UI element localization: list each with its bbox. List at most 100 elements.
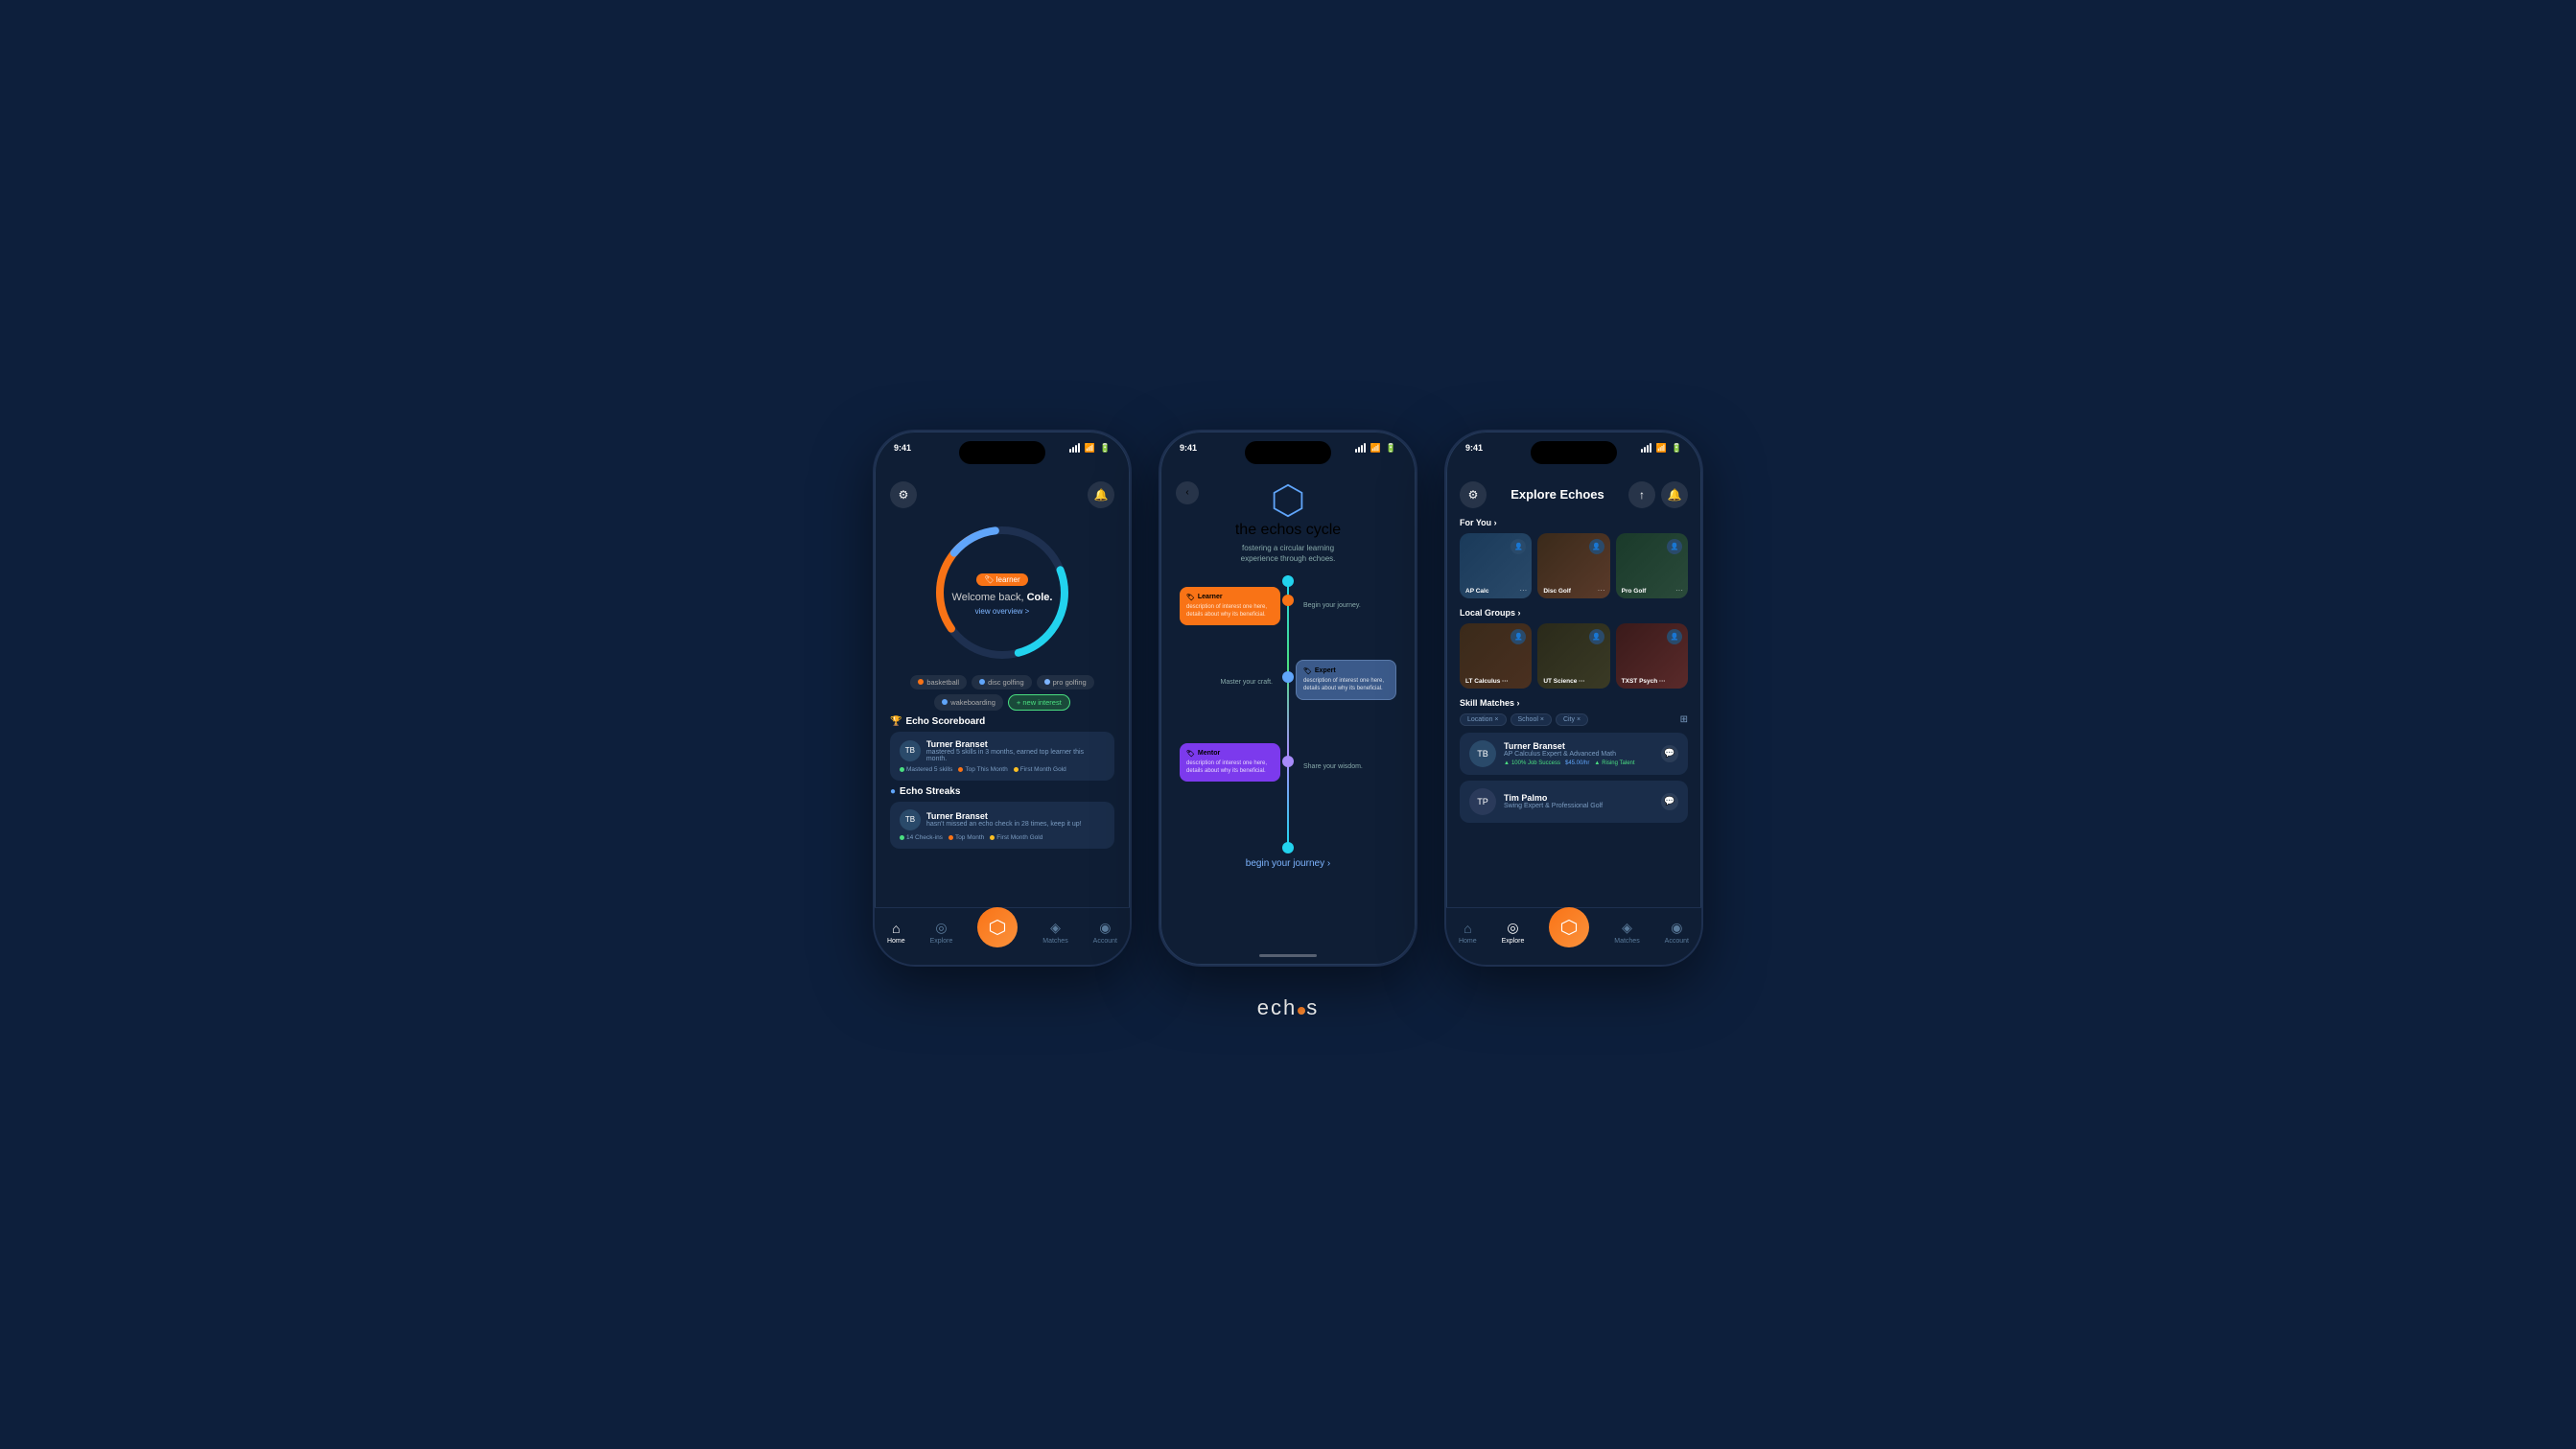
phone-cycle: 9:41 📶 🔋 ‹ the echos cycle [1159, 430, 1417, 967]
streak-user-header: TB Turner Branset hasn't missed an echo … [900, 809, 1105, 830]
view-overview-link[interactable]: view overview > [952, 607, 1053, 616]
ap-dots: ··· [1519, 586, 1527, 595]
learner-role: 🏷 Learner [1186, 594, 1274, 601]
turner-subtitle: AP Calculus Expert & Advanced Math [1504, 751, 1653, 758]
settings-button[interactable]: ⚙ [890, 481, 917, 508]
nav-account[interactable]: ◉ Account [1093, 920, 1117, 945]
wifi-icon: 📶 [1085, 443, 1095, 454]
nav-matches[interactable]: ◈ Matches [1042, 920, 1067, 945]
tag-basketball[interactable]: basketball [910, 675, 967, 689]
for-you-label: For You › [1460, 518, 1497, 527]
explore-icon: ◎ [935, 920, 947, 936]
for-you-cards: 👤 AP Calc ··· 👤 Disc Golf ··· 👤 Pro Golf… [1460, 533, 1688, 598]
phone1-time: 9:41 [894, 443, 911, 453]
badge-mastered: Mastered 5 skills [900, 766, 952, 773]
streak-badge1: 14 Check-ins [900, 834, 943, 841]
lt-avatar: 👤 [1510, 629, 1526, 644]
center-nav-button[interactable] [977, 907, 1018, 947]
explore-center-nav[interactable] [1549, 907, 1589, 947]
tag-pro-golfing[interactable]: pro golfing [1037, 675, 1094, 689]
ut-label: UT Science ··· [1543, 678, 1584, 685]
tim-chat-icon[interactable]: 💬 [1661, 793, 1678, 810]
battery-icon: 🔋 [1100, 443, 1111, 454]
learner-card: 🏷 Learner description of interest one he… [1180, 587, 1280, 626]
card-lt-calculus[interactable]: 👤 LT Calculus ··· [1460, 623, 1532, 689]
filter-city[interactable]: City × [1556, 713, 1588, 726]
phone2-notch [1245, 441, 1331, 464]
streak-icon: ● [890, 786, 896, 797]
brand-name: echs [1257, 995, 1319, 1020]
explore-header: ⚙ Explore Echoes ↑ 🔔 [1460, 481, 1688, 508]
phone1-header: ⚙ 🔔 [890, 481, 1114, 508]
phone3-notch [1531, 441, 1617, 464]
phone1-bottom-nav: ⌂ Home ◎ Explore ◈ Matches ◉ [875, 907, 1130, 965]
bell-button[interactable]: 🔔 [1088, 481, 1114, 508]
learner-desc: description of interest one here, detail… [1186, 604, 1274, 619]
badge-top-month: Top This Month [958, 766, 1007, 773]
for-you-section-header: For You › [1460, 518, 1688, 527]
explore-explore-icon: ◎ [1507, 920, 1518, 936]
phone3-wifi: 📶 [1656, 443, 1667, 454]
explore-nav-explore[interactable]: ◎ Explore [1502, 920, 1525, 945]
bell-icon: 🔔 [1094, 488, 1109, 502]
tag-disc-golfing[interactable]: disc golfing [972, 675, 1032, 689]
tim-info: Tim Palmo Swing Expert & Professional Go… [1504, 793, 1653, 809]
card-txst-psych[interactable]: 👤 TXST Psych ··· [1616, 623, 1688, 689]
explore-nav-explore-label: Explore [1502, 938, 1525, 945]
explore-nav-matches[interactable]: ◈ Matches [1614, 920, 1639, 945]
turner-badge3: ▲ Rising Talent [1594, 760, 1634, 766]
phone1-status-icons: 📶 🔋 [1069, 443, 1111, 454]
card-pro-golf[interactable]: 👤 Pro Golf ··· [1616, 533, 1688, 598]
explore-page-title: Explore Echoes [1510, 487, 1604, 502]
upload-button[interactable]: ↑ [1628, 481, 1655, 508]
scoreboard-user-desc: mastered 5 skills in 3 months, earned to… [926, 749, 1105, 762]
phone2-wifi: 📶 [1370, 443, 1381, 454]
disc-dots: ··· [1598, 586, 1605, 595]
skill-matches-label: Skill Matches › [1460, 698, 1520, 708]
explore-nav-home-label: Home [1459, 938, 1477, 945]
ring-center: 🏷 learner Welcome back, Cole. view overv… [952, 570, 1053, 616]
scoreboard-avatar: TB [900, 740, 921, 761]
explore-nav-home[interactable]: ⌂ Home [1459, 921, 1477, 945]
skill-card-turner[interactable]: TB Turner Branset AP Calculus Expert & A… [1460, 733, 1688, 775]
skill-card-tim[interactable]: TP Tim Palmo Swing Expert & Professional… [1460, 781, 1688, 823]
card-ut-science[interactable]: 👤 UT Science ··· [1537, 623, 1609, 689]
phone3-body: ⚙ Explore Echoes ↑ 🔔 For You › 👤 AP Calc [1446, 474, 1701, 836]
explore-bell-button[interactable]: 🔔 [1661, 481, 1688, 508]
account-icon: ◉ [1099, 920, 1111, 936]
cycle-subtitle: fostering a circular learningexperience … [1241, 543, 1336, 564]
cycle-title: the echos cycle [1235, 522, 1341, 539]
turner-info: Turner Branset AP Calculus Expert & Adva… [1504, 741, 1653, 766]
nav-home[interactable]: ⌂ Home [887, 921, 905, 945]
streak-card[interactable]: TB Turner Branset hasn't missed an echo … [890, 802, 1114, 849]
explore-nav-account-label: Account [1665, 938, 1689, 945]
home-icon: ⌂ [892, 921, 900, 936]
explore-settings-icon: ⚙ [1468, 488, 1479, 502]
tag-new-interest[interactable]: + new interest [1008, 694, 1070, 711]
signal-icon [1069, 443, 1080, 453]
scoreboard-card[interactable]: TB Turner Branset mastered 5 skills in 3… [890, 732, 1114, 781]
card-disc-golf[interactable]: 👤 Disc Golf ··· [1537, 533, 1609, 598]
nav-explore[interactable]: ◎ Explore [930, 920, 953, 945]
echo-streaks-title: ● Echo Streaks [890, 786, 1114, 797]
explore-nav-account[interactable]: ◉ Account [1665, 920, 1689, 945]
hex-logo-icon [1271, 483, 1305, 518]
turner-chat-icon[interactable]: 💬 [1661, 745, 1678, 762]
local-groups-section-header: Local Groups › [1460, 608, 1688, 618]
filter-icon[interactable]: ⊞ [1680, 714, 1688, 725]
card-ap-calc[interactable]: 👤 AP Calc ··· [1460, 533, 1532, 598]
tag-wakeboarding[interactable]: wakeboarding [934, 694, 1003, 711]
filter-location[interactable]: Location × [1460, 713, 1507, 726]
trophy-icon: 🏆 [890, 716, 902, 727]
nav-matches-label: Matches [1042, 938, 1067, 945]
txst-label: TXST Psych ··· [1622, 678, 1666, 685]
phone3-bottom-nav: ⌂ Home ◎ Explore ◈ Matches ◉ [1446, 907, 1701, 965]
turner-salary: $45.00/hr [1565, 760, 1589, 766]
explore-header-icons: ↑ 🔔 [1628, 481, 1688, 508]
back-button[interactable]: ‹ [1176, 481, 1199, 504]
explore-settings-button[interactable]: ⚙ [1460, 481, 1487, 508]
filter-school[interactable]: School × [1510, 713, 1552, 726]
phone3-battery: 🔋 [1672, 443, 1682, 454]
pro-avatar: 👤 [1667, 539, 1682, 554]
explore-home-icon: ⌂ [1464, 921, 1471, 936]
